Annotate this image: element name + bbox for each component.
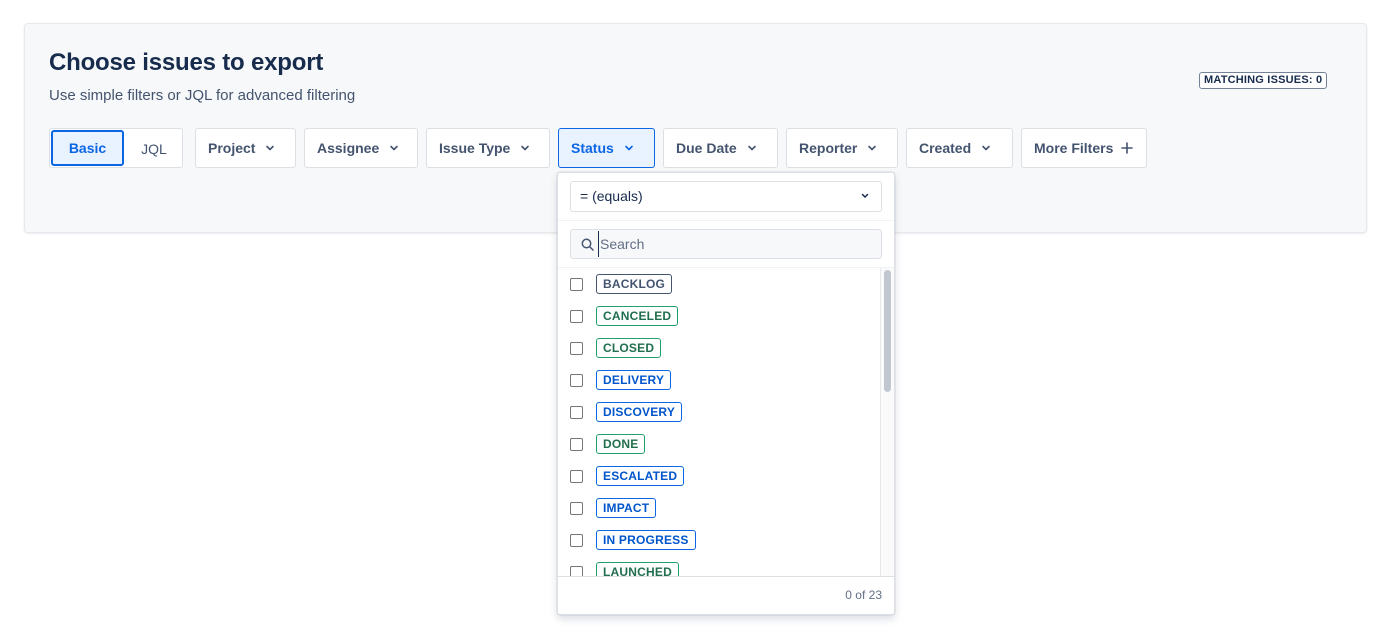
status-lozenge: LAUNCHED	[596, 562, 679, 576]
created-filter-label: Created	[919, 140, 972, 156]
scrollbar-thumb[interactable]	[884, 270, 891, 392]
chevron-down-icon	[747, 145, 756, 151]
status-option-backlog[interactable]: BACKLOG	[570, 268, 673, 300]
issue-type-filter-label: Issue Type	[439, 140, 511, 156]
checkbox[interactable]	[570, 469, 583, 483]
checkbox[interactable]	[570, 533, 583, 547]
chevron-down-icon	[624, 145, 633, 151]
assignee-filter-label: Assignee	[317, 140, 380, 156]
project-filter-label: Project	[208, 140, 256, 156]
status-lozenge: CANCELED	[596, 306, 679, 326]
scrollbar[interactable]	[880, 268, 894, 576]
status-search	[570, 229, 882, 259]
status-option-canceled[interactable]: CANCELED	[570, 300, 679, 332]
selected-count: 0 of 23	[845, 588, 882, 602]
status-dropdown: = (equals) BACKLOG CANCELED CLOSED DELIV…	[557, 172, 895, 615]
status-filter-label: Status	[571, 140, 614, 156]
matching-issues-badge: MATCHING ISSUES: 0	[1199, 72, 1328, 89]
status-option-closed[interactable]: CLOSED	[570, 332, 662, 364]
divider	[558, 220, 894, 221]
checkbox[interactable]	[570, 309, 583, 323]
divider	[558, 576, 894, 577]
operator-select[interactable]: = (equals)	[570, 181, 882, 212]
checkbox[interactable]	[570, 341, 583, 355]
jql-mode-button[interactable]: JQL	[126, 130, 182, 166]
status-filter-button[interactable]: Status	[558, 128, 655, 168]
status-option-list: BACKLOG CANCELED CLOSED DELIVERY DISCOVE…	[558, 268, 894, 576]
more-filters-label: More Filters	[1034, 140, 1114, 156]
status-option-delivery[interactable]: DELIVERY	[570, 364, 672, 396]
status-lozenge: BACKLOG	[596, 274, 673, 294]
page-title: Choose issues to export	[49, 49, 324, 76]
reporter-filter-label: Reporter	[799, 140, 858, 156]
search-icon	[581, 238, 594, 251]
created-filter-button[interactable]: Created	[906, 128, 1013, 168]
project-filter-button[interactable]: Project	[195, 128, 296, 168]
status-lozenge: DELIVERY	[596, 370, 672, 390]
checkbox[interactable]	[570, 565, 583, 576]
due-date-filter-label: Due Date	[676, 140, 737, 156]
status-option-impact[interactable]: IMPACT	[570, 492, 657, 524]
chevron-down-icon	[868, 145, 877, 151]
plus-icon	[1121, 142, 1134, 154]
status-option-escalated[interactable]: ESCALATED	[570, 460, 685, 492]
issue-type-filter-button[interactable]: Issue Type	[426, 128, 550, 168]
status-search-input[interactable]	[598, 231, 878, 257]
assignee-filter-button[interactable]: Assignee	[304, 128, 418, 168]
reporter-filter-button[interactable]: Reporter	[786, 128, 898, 168]
operator-value: = (equals)	[580, 188, 643, 204]
status-lozenge: IMPACT	[596, 498, 657, 518]
checkbox[interactable]	[570, 373, 583, 387]
status-option-discovery[interactable]: DISCOVERY	[570, 396, 683, 428]
status-lozenge: DONE	[596, 434, 646, 454]
checkbox[interactable]	[570, 277, 583, 291]
checkbox[interactable]	[570, 437, 583, 451]
status-lozenge: CLOSED	[596, 338, 662, 358]
chevron-down-icon	[861, 193, 869, 198]
more-filters-button[interactable]: More Filters	[1021, 128, 1147, 168]
chevron-down-icon	[266, 145, 275, 151]
chevron-down-icon	[982, 145, 990, 151]
checkbox[interactable]	[570, 405, 583, 419]
mode-toggle: Basic JQL	[49, 128, 183, 168]
chevron-down-icon	[521, 145, 530, 151]
status-option-launched[interactable]: LAUNCHED	[570, 556, 679, 576]
status-lozenge: ESCALATED	[596, 466, 685, 486]
status-option-in-progress[interactable]: IN PROGRESS	[570, 524, 696, 556]
page-subtitle: Use simple filters or JQL for advanced f…	[49, 87, 356, 104]
chevron-down-icon	[390, 145, 399, 151]
due-date-filter-button[interactable]: Due Date	[663, 128, 778, 168]
status-option-done[interactable]: DONE	[570, 428, 646, 460]
checkbox[interactable]	[570, 501, 583, 515]
status-lozenge: DISCOVERY	[596, 402, 683, 422]
status-lozenge: IN PROGRESS	[596, 530, 696, 550]
basic-mode-button[interactable]: Basic	[51, 130, 124, 166]
